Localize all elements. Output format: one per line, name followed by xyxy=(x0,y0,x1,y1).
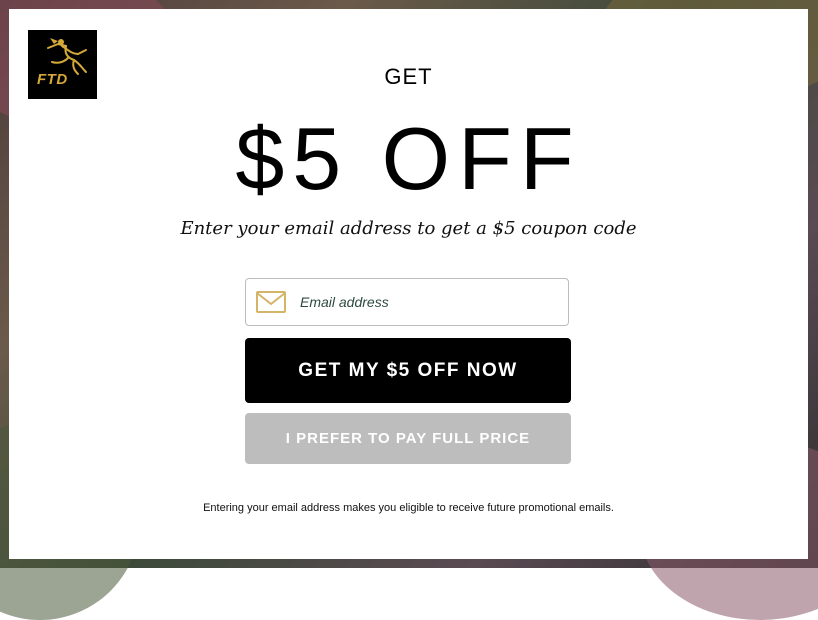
subheadline: Enter your email address to get a $5 cou… xyxy=(180,218,637,239)
mail-icon xyxy=(256,291,286,313)
headline-get: GET xyxy=(384,64,433,89)
headline-offer: $5 OFF xyxy=(235,109,582,208)
email-field[interactable] xyxy=(245,278,569,326)
email-input[interactable] xyxy=(298,293,568,311)
promo-modal: FTD GET $5 OFF Enter your email address … xyxy=(9,9,808,559)
disclaimer-text: Entering your email address makes you el… xyxy=(203,502,614,514)
decline-offer-button[interactable]: I PREFER TO PAY FULL PRICE xyxy=(245,413,571,464)
get-offer-button[interactable]: GET MY $5 OFF NOW xyxy=(245,338,571,403)
